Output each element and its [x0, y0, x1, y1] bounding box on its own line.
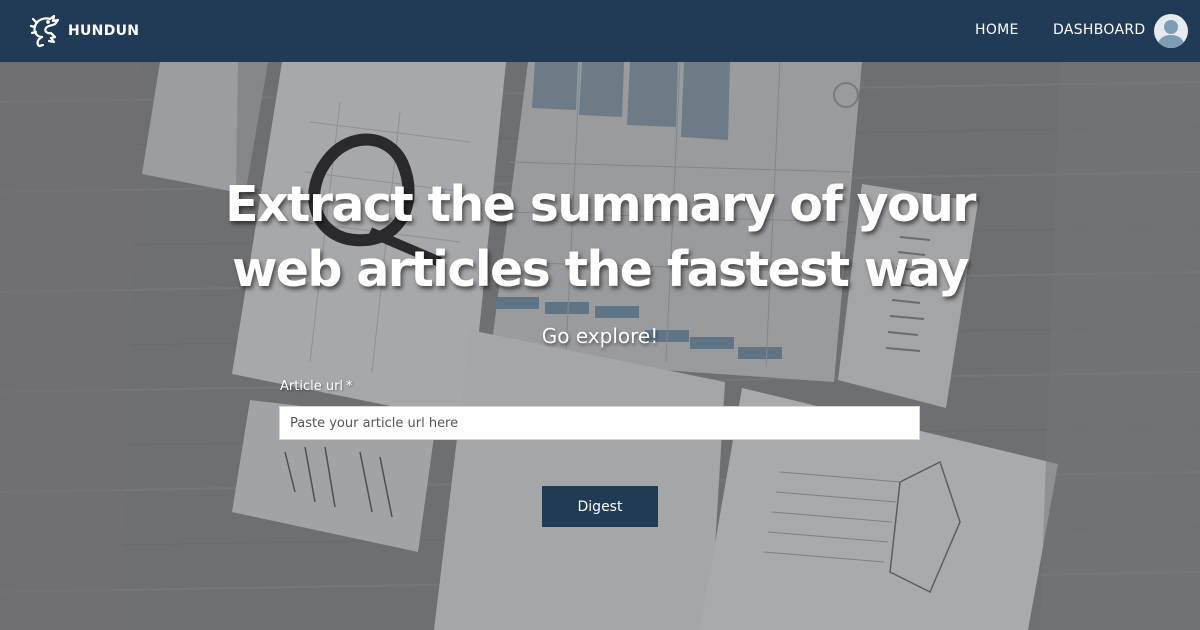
article-url-label: Article url *: [280, 379, 353, 394]
brand-name: HUNDUN: [68, 23, 140, 39]
digest-button[interactable]: Digest: [542, 486, 658, 527]
headline-line-1: Extract the summary of your: [225, 176, 976, 233]
hero-subheadline: Go explore!: [541, 324, 659, 348]
hero-section: Extract the summary of your web articles…: [0, 62, 1200, 630]
nav-dashboard-link[interactable]: DASHBOARD: [1053, 22, 1145, 38]
hero-headline: Extract the summary of your web articles…: [150, 172, 1050, 302]
article-url-input[interactable]: [279, 406, 920, 440]
nav-home-link[interactable]: HOME: [975, 22, 1019, 38]
brand[interactable]: HUNDUN: [28, 13, 139, 49]
user-avatar-icon[interactable]: [1154, 14, 1188, 48]
top-navbar: HUNDUN HOME DASHBOARD: [0, 0, 1200, 62]
article-url-label-text: Article url: [280, 379, 344, 394]
required-marker: *: [346, 379, 353, 394]
person-icon: [1157, 20, 1185, 48]
dragon-logo-icon: [29, 14, 60, 48]
headline-line-2: web articles the fastest way: [232, 241, 969, 298]
